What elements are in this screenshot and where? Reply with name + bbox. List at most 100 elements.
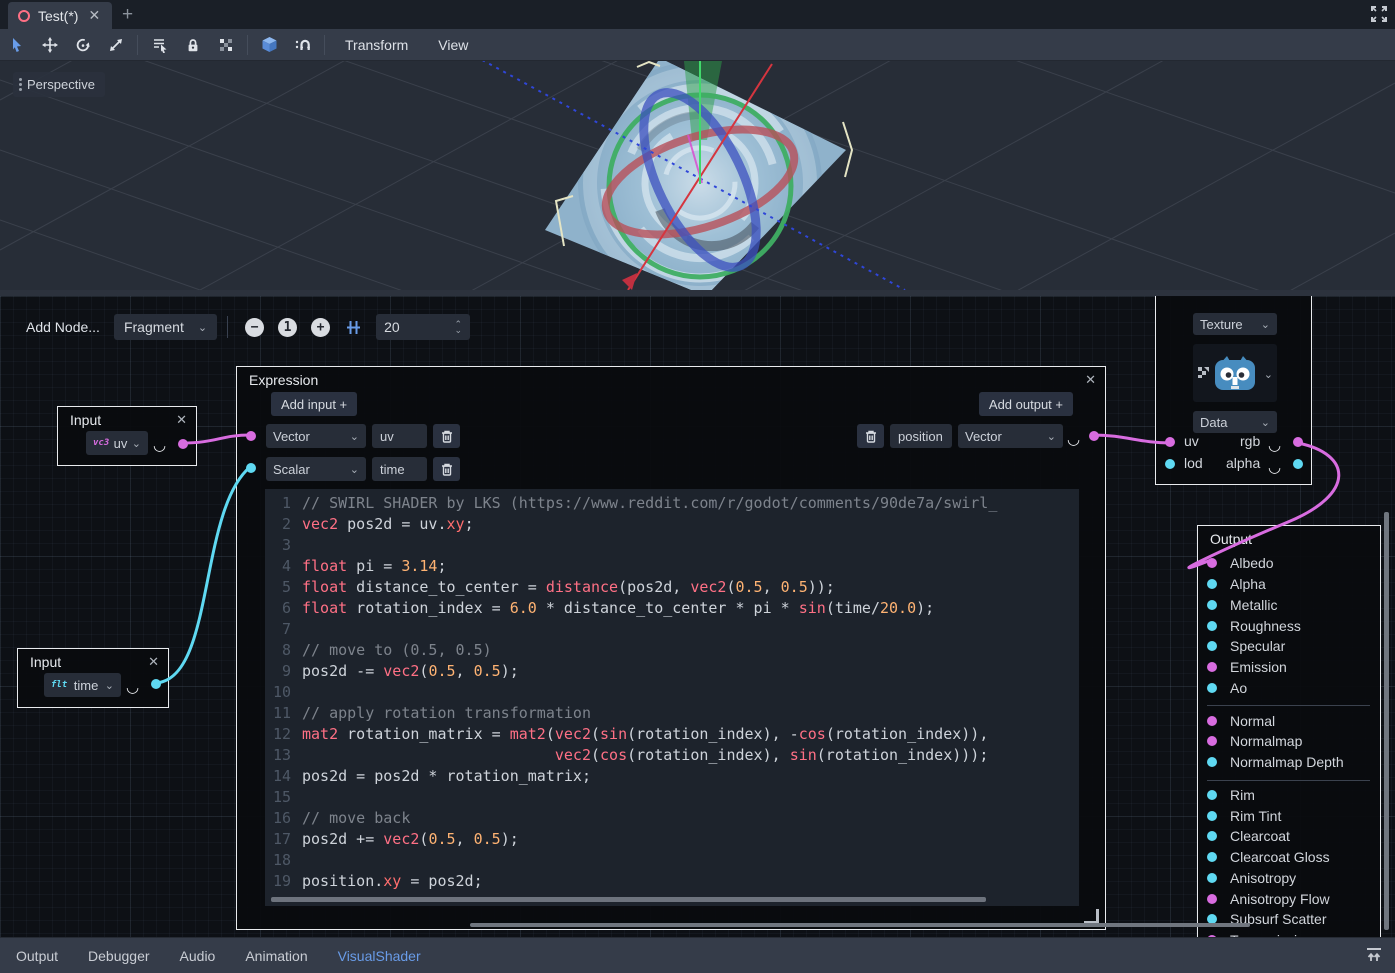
- new-tab-button[interactable]: +: [122, 2, 133, 28]
- transform-menu[interactable]: Transform: [330, 37, 423, 53]
- node-output[interactable]: Output AlbedoAlphaMetallicRoughnessSpecu…: [1197, 525, 1381, 937]
- code-line[interactable]: 16// move back: [265, 808, 1079, 829]
- code-line[interactable]: 6float rotation_index = 6.0 * distance_t…: [265, 598, 1079, 619]
- output-name-field[interactable]: position: [890, 424, 952, 448]
- output-type-dropdown[interactable]: Vector ⌄: [958, 424, 1063, 448]
- output-port-transmission[interactable]: Transmission: [1207, 930, 1376, 937]
- port-dot[interactable]: [1207, 811, 1217, 821]
- zoom-in-button[interactable]: +: [311, 318, 330, 337]
- add-node-button[interactable]: Add Node...: [12, 319, 114, 335]
- code-line[interactable]: 15: [265, 787, 1079, 808]
- graph-vertical-scrollbar[interactable]: [1384, 512, 1389, 930]
- zoom-out-button[interactable]: −: [245, 318, 264, 337]
- port-dot[interactable]: [1207, 852, 1217, 862]
- output-port-dot[interactable]: [151, 679, 161, 689]
- output-port-anisotropy[interactable]: Anisotropy: [1207, 868, 1376, 889]
- output-port-normal[interactable]: Normal: [1207, 710, 1376, 731]
- port-dot[interactable]: [1207, 558, 1217, 568]
- port-dot[interactable]: [1207, 621, 1217, 631]
- port-dot[interactable]: [1207, 831, 1217, 841]
- code-line[interactable]: 14pos2d = pos2d * rotation_matrix;: [265, 766, 1079, 787]
- code-line[interactable]: 2vec2 pos2d = uv.xy;: [265, 514, 1079, 535]
- bottom-tab-audio[interactable]: Audio: [180, 948, 216, 964]
- input-type-dropdown[interactable]: Scalar ⌄: [266, 457, 366, 481]
- port-dot[interactable]: [1207, 757, 1217, 767]
- port-preview-icon[interactable]: ◡: [1067, 435, 1080, 445]
- port-preview-icon[interactable]: ◡: [1268, 441, 1281, 451]
- output-port-normalmap-depth[interactable]: Normalmap Depth: [1207, 752, 1376, 773]
- code-line[interactable]: 9pos2d -= vec2(0.5, 0.5);: [265, 661, 1079, 682]
- 3d-viewport[interactable]: Perspective: [0, 61, 1395, 290]
- lock-icon[interactable]: [176, 32, 209, 58]
- remove-output-button[interactable]: [857, 424, 884, 448]
- remove-input-button[interactable]: [433, 424, 460, 448]
- perspective-menu[interactable]: Perspective: [13, 72, 105, 97]
- close-icon[interactable]: ✕: [176, 412, 187, 428]
- bottom-tab-output[interactable]: Output: [16, 948, 58, 964]
- port-dot[interactable]: [1207, 935, 1217, 937]
- code-line[interactable]: 13 vec2(cos(rotation_index), sin(rotatio…: [265, 745, 1079, 766]
- bottom-tab-animation[interactable]: Animation: [245, 948, 307, 964]
- code-line[interactable]: 10: [265, 682, 1079, 703]
- input-type-dropdown[interactable]: Vector ⌄: [266, 424, 366, 448]
- output-port-rim-tint[interactable]: Rim Tint: [1207, 805, 1376, 826]
- code-line[interactable]: 5float distance_to_center = distance(pos…: [265, 577, 1079, 598]
- code-line[interactable]: 18: [265, 850, 1079, 871]
- texture-preview[interactable]: ⌄: [1193, 344, 1277, 402]
- port-dot[interactable]: [1207, 873, 1217, 883]
- port-preview-icon[interactable]: ◡: [1268, 463, 1281, 473]
- scale-tool-button[interactable]: [99, 32, 132, 58]
- select-tool-button[interactable]: [0, 32, 33, 58]
- port-dot[interactable]: [1207, 683, 1217, 693]
- port-dot[interactable]: [1207, 600, 1217, 610]
- tab-close-icon[interactable]: ✕: [88, 7, 100, 24]
- output-port-emission[interactable]: Emission: [1207, 657, 1376, 678]
- bottom-tab-visualshader[interactable]: VisualShader: [338, 948, 421, 964]
- spinbox-arrows-icon[interactable]: ⌃⌄: [455, 321, 463, 333]
- bottom-tab-debugger[interactable]: Debugger: [88, 948, 150, 964]
- port-preview-icon[interactable]: ◡: [153, 441, 166, 451]
- shader-mode-dropdown[interactable]: Fragment ⌄: [114, 314, 217, 340]
- port-dot[interactable]: [1207, 736, 1217, 746]
- output-port-clearcoat[interactable]: Clearcoat: [1207, 826, 1376, 847]
- input-port-dot-uv[interactable]: [246, 431, 256, 441]
- zoom-reset-button[interactable]: 1: [278, 318, 297, 337]
- port-dot[interactable]: [1207, 579, 1217, 589]
- input-port-dot-lod[interactable]: [1165, 459, 1175, 469]
- move-tool-button[interactable]: [33, 32, 66, 58]
- snap-grid-icon[interactable]: [345, 319, 362, 336]
- port-dot[interactable]: [1207, 716, 1217, 726]
- add-output-button[interactable]: Add output +: [979, 392, 1073, 416]
- input-type-dropdown[interactable]: flt time ⌄: [44, 673, 121, 697]
- group-icon[interactable]: [209, 32, 242, 58]
- scene-tab[interactable]: Test(*) ✕: [8, 2, 112, 29]
- output-port-roughness[interactable]: Roughness: [1207, 615, 1376, 636]
- node-input-time[interactable]: Input ✕ flt time ⌄ ◡: [17, 648, 169, 708]
- code-line[interactable]: 11// apply rotation transformation: [265, 703, 1079, 724]
- output-port-clearcoat-gloss[interactable]: Clearcoat Gloss: [1207, 847, 1376, 868]
- input-port-dot-uv[interactable]: [1165, 437, 1175, 447]
- port-dot[interactable]: [1207, 790, 1217, 800]
- remove-input-button[interactable]: [433, 457, 460, 481]
- node-texture[interactable]: Texture ⌄ ⌄ Data ⌄ uv lod rgb ◡: [1155, 296, 1312, 485]
- port-dot[interactable]: [1207, 894, 1217, 904]
- rotate-tool-button[interactable]: [66, 32, 99, 58]
- node-expression[interactable]: Expression ✕ Add input + Add output + Ve…: [236, 366, 1106, 930]
- code-line[interactable]: 17pos2d += vec2(0.5, 0.5);: [265, 829, 1079, 850]
- output-port-specular[interactable]: Specular: [1207, 636, 1376, 657]
- port-preview-icon[interactable]: ◡: [126, 683, 139, 693]
- output-port-dot-position[interactable]: [1089, 431, 1099, 441]
- view-menu[interactable]: View: [423, 37, 483, 53]
- code-line[interactable]: 4float pi = 3.14;: [265, 556, 1079, 577]
- port-dot[interactable]: [1207, 641, 1217, 651]
- output-port-anisotropy-flow[interactable]: Anisotropy Flow: [1207, 888, 1376, 909]
- output-port-albedo[interactable]: Albedo: [1207, 553, 1376, 574]
- texture-source-dropdown[interactable]: Texture ⌄: [1193, 313, 1277, 335]
- edit-texture-icon[interactable]: [1197, 366, 1210, 379]
- output-port-rim[interactable]: Rim: [1207, 785, 1376, 806]
- expand-bottom-panel-icon[interactable]: [1365, 947, 1383, 963]
- code-line[interactable]: 3: [265, 535, 1079, 556]
- input-type-dropdown[interactable]: vc3 uv ⌄: [86, 431, 148, 455]
- texture-type-dropdown[interactable]: Data ⌄: [1193, 411, 1277, 433]
- code-line[interactable]: 12mat2 rotation_matrix = mat2(vec2(sin(r…: [265, 724, 1079, 745]
